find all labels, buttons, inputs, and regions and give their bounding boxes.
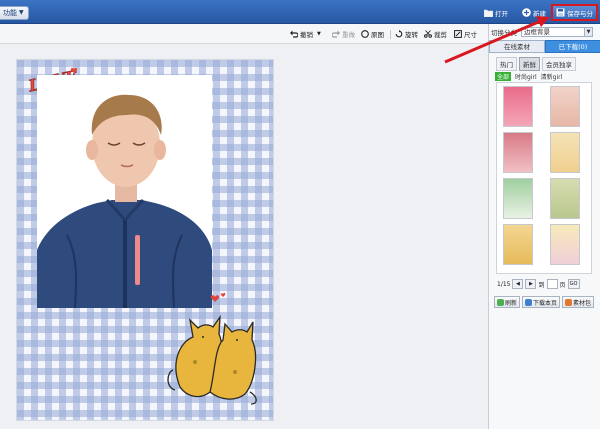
rotate-icon (395, 30, 403, 38)
refresh-button[interactable]: 刷新 (494, 296, 521, 308)
plus-circle-icon (522, 8, 531, 17)
undo-label: 撤销 (300, 31, 313, 39)
material-thumbnail[interactable] (503, 132, 533, 173)
page-number-input[interactable] (546, 279, 558, 289)
tab-downloaded[interactable]: 已下载(0) (545, 40, 600, 53)
material-thumbnail[interactable] (503, 86, 533, 127)
goto-suffix: 页 (559, 281, 566, 289)
subtab-vip[interactable]: 会员独享 (542, 57, 576, 71)
filter-all[interactable]: 全部 (495, 72, 512, 81)
category-value: 边框背景 (524, 28, 550, 36)
top-bar: 功能 ▼ 打开 新建 保存与分 (0, 0, 600, 24)
save-share-label: 保存与分 (567, 9, 593, 18)
next-page-button[interactable]: ▶ (525, 279, 537, 289)
crop-label: 裁剪 (434, 31, 447, 39)
material-tabs: 在线素材 已下载(0) (489, 40, 600, 53)
category-row: 切换分类 边框背景 ▼ (489, 26, 600, 38)
package-icon (565, 298, 573, 306)
photo-canvas[interactable]: LOVE (17, 60, 273, 420)
filter-fashion-girl[interactable]: 时尚girl (515, 72, 537, 81)
scissors-icon (424, 30, 432, 38)
material-pack-button[interactable]: 素材包 (562, 296, 595, 308)
portrait-photo[interactable] (37, 75, 212, 308)
size-button[interactable]: 尺寸 (454, 28, 477, 40)
material-thumbnail[interactable] (550, 224, 580, 265)
workspace: LOVE (0, 45, 488, 429)
go-button[interactable]: GO (567, 279, 580, 289)
download-icon (525, 298, 533, 306)
category-select[interactable]: 边框背景 ▼ (521, 27, 593, 37)
material-thumbnail[interactable] (550, 132, 580, 173)
toolbar-divider (390, 30, 391, 39)
chevron-down-icon[interactable]: ▼ (584, 27, 593, 37)
redo-icon (332, 30, 340, 38)
prev-page-button[interactable]: ◀ (512, 279, 524, 289)
original-button[interactable]: 原图 (361, 28, 384, 40)
function-menu-button[interactable]: 功能 ▼ (0, 6, 29, 20)
material-thumbnail[interactable] (503, 224, 533, 265)
cats-sticker[interactable] (165, 292, 260, 407)
material-thumbnail[interactable] (550, 178, 580, 219)
undo-icon (290, 30, 298, 38)
download-page-label: 下载本页 (533, 299, 558, 307)
open-button[interactable]: 打开 (481, 5, 511, 20)
original-icon (361, 30, 369, 38)
material-thumbnail[interactable] (503, 178, 533, 219)
resize-icon (454, 30, 462, 38)
undo-button[interactable]: 撤销 ▼ (290, 28, 321, 40)
original-label: 原图 (371, 31, 384, 39)
material-thumbnail[interactable] (550, 86, 580, 127)
new-button[interactable]: 新建 (519, 5, 549, 20)
folder-icon (484, 8, 493, 17)
crop-button[interactable]: 裁剪 (424, 28, 447, 40)
material-pack-label: 素材包 (573, 299, 592, 307)
subtab-hot[interactable]: 热门 (496, 57, 517, 71)
refresh-label: 刷新 (505, 299, 518, 307)
rotate-button[interactable]: 旋转 (395, 28, 418, 40)
download-page-button[interactable]: 下载本页 (522, 296, 561, 308)
edit-toolbar: 撤销 ▼ 重做 原图 旋转 裁剪 尺寸 (0, 24, 488, 44)
redo-label: 重做 (342, 31, 355, 39)
open-label: 打开 (495, 9, 508, 18)
redo-button[interactable]: 重做 (332, 28, 355, 40)
sort-tabs: 热门 新鲜 会员独享 (496, 57, 576, 71)
panel-actions: 刷新 下载本页 素材包 (494, 296, 595, 308)
tab-online-material[interactable]: 在线素材 (489, 40, 545, 53)
refresh-icon (497, 298, 504, 306)
function-menu-label: 功能 (3, 9, 17, 17)
filter-fresh-girl[interactable]: 清新girl (541, 72, 563, 81)
new-label: 新建 (533, 9, 546, 18)
subtab-new[interactable]: 新鲜 (519, 57, 540, 71)
category-label: 切换分类 (491, 29, 517, 37)
save-icon (556, 8, 565, 17)
size-label: 尺寸 (464, 31, 477, 39)
material-grid (496, 82, 592, 274)
filter-row: 全部 时尚girl 清新girl (495, 72, 562, 81)
rotate-label: 旋转 (405, 31, 418, 39)
save-share-button[interactable]: 保存与分 (551, 4, 598, 21)
page-indicator: 1/15 (497, 280, 511, 288)
chevron-down-icon: ▼ (19, 9, 24, 16)
chevron-down-icon[interactable]: ▼ (317, 31, 321, 37)
goto-prefix: 到 (538, 281, 545, 289)
material-panel: 切换分类 边框背景 ▼ 在线素材 已下载(0) 热门 新鲜 会员独享 全部 时尚… (488, 24, 600, 429)
pager: 1/15 ◀ ▶ 到 页 GO (497, 279, 580, 289)
